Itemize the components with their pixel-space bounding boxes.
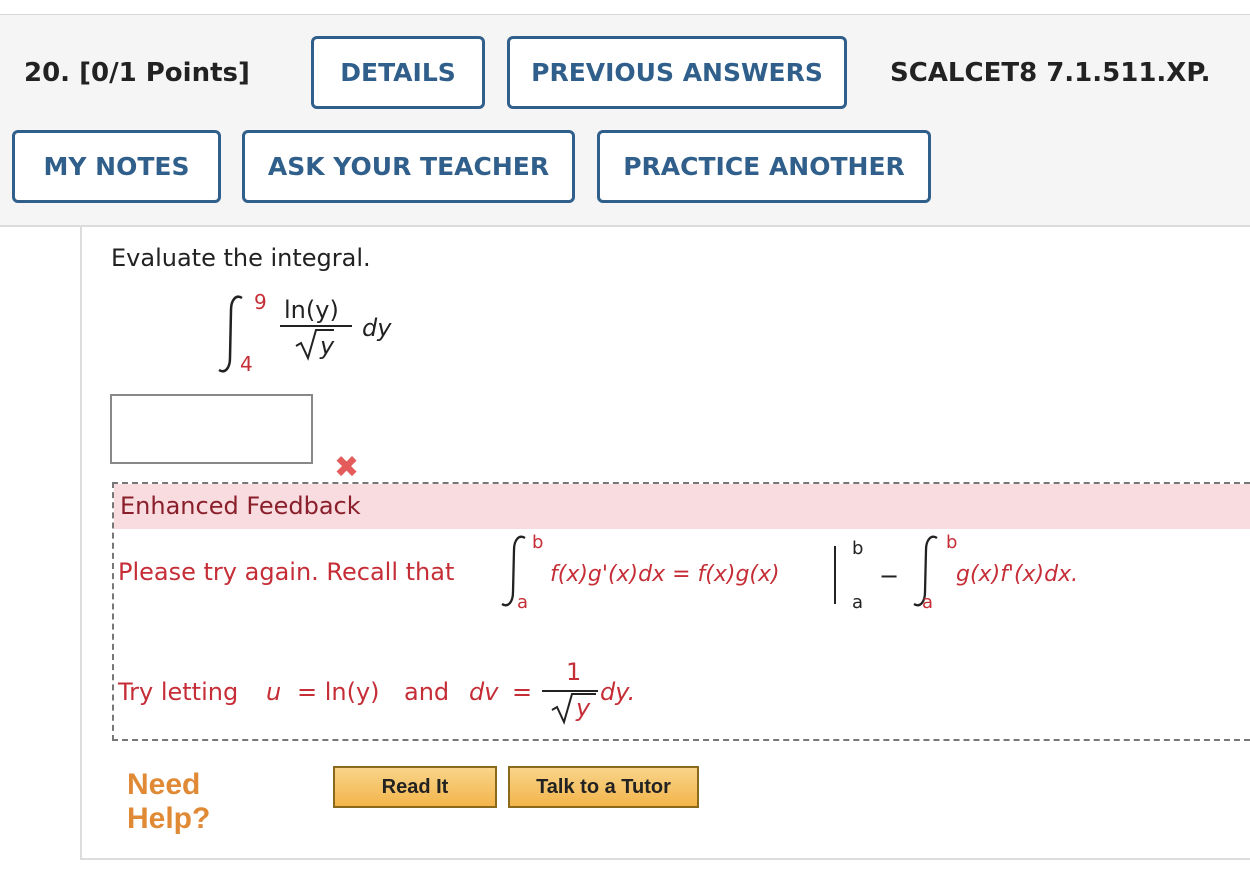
u-definition: = ln(y) bbox=[297, 678, 380, 706]
formula-upper-b2: b bbox=[852, 538, 864, 559]
need-help-label: Need Help? bbox=[127, 768, 211, 835]
dv-suffix: dy. bbox=[600, 678, 636, 706]
integrand-numerator: ln(y) bbox=[284, 296, 339, 324]
ask-your-teacher-button[interactable]: ASK YOUR TEACHER bbox=[242, 130, 575, 203]
feedback-recall-text: Please try again. Recall that bbox=[118, 558, 455, 586]
integrand-differential: dy bbox=[362, 314, 392, 342]
formula-lower-a3: a bbox=[922, 592, 934, 613]
dv-denominator: y bbox=[576, 694, 591, 722]
feedback-title: Enhanced Feedback bbox=[114, 484, 1250, 529]
integrand-denominator: y bbox=[320, 332, 335, 360]
incorrect-icon: ✖ bbox=[334, 450, 360, 485]
my-notes-button[interactable]: MY NOTES bbox=[12, 130, 221, 203]
dv-numerator: 1 bbox=[566, 658, 582, 686]
formula-lower-a2: a bbox=[852, 592, 864, 613]
enhanced-feedback-panel: Enhanced Feedback Please try again. Reca… bbox=[112, 482, 1250, 741]
question-number: 20. bbox=[24, 58, 71, 88]
dv-variable: dv bbox=[469, 678, 499, 706]
read-it-button[interactable]: Read It bbox=[333, 766, 497, 808]
formula-right: g(x)f'(x)dx. bbox=[956, 562, 1079, 587]
and-text: and bbox=[404, 678, 450, 706]
formula-minus: − bbox=[879, 562, 900, 590]
integral-expression: 9 4 ln(y) y dy bbox=[212, 290, 412, 380]
dv-equals: = bbox=[512, 678, 533, 706]
formula-upper-b3: b bbox=[946, 532, 958, 553]
problem-prompt: Evaluate the integral. bbox=[111, 244, 371, 272]
fraction-bar bbox=[280, 325, 352, 327]
formula-left: f(x)g'(x)dx = f(x)g(x) bbox=[550, 562, 780, 587]
formula-upper-b1: b bbox=[532, 532, 544, 553]
talk-to-tutor-button[interactable]: Talk to a Tutor bbox=[508, 766, 699, 808]
evaluation-bar bbox=[834, 546, 836, 604]
previous-answers-button[interactable]: PREVIOUS ANSWERS bbox=[507, 36, 847, 109]
question-points: [0/1 Points] bbox=[79, 58, 250, 88]
answer-input[interactable] bbox=[110, 394, 313, 464]
details-button[interactable]: DETAILS bbox=[311, 36, 485, 109]
question-code: SCALCET8 7.1.511.XP. bbox=[890, 58, 1211, 88]
practice-another-button[interactable]: PRACTICE ANOTHER bbox=[597, 130, 931, 203]
u-variable: u bbox=[266, 678, 282, 706]
question-label: 20. [0/1 Points] bbox=[24, 58, 250, 88]
upper-limit: 9 bbox=[254, 290, 267, 314]
lower-limit: 4 bbox=[240, 352, 253, 376]
feedback-try-text: Try letting bbox=[118, 678, 239, 706]
formula-lower-a1: a bbox=[517, 592, 529, 613]
